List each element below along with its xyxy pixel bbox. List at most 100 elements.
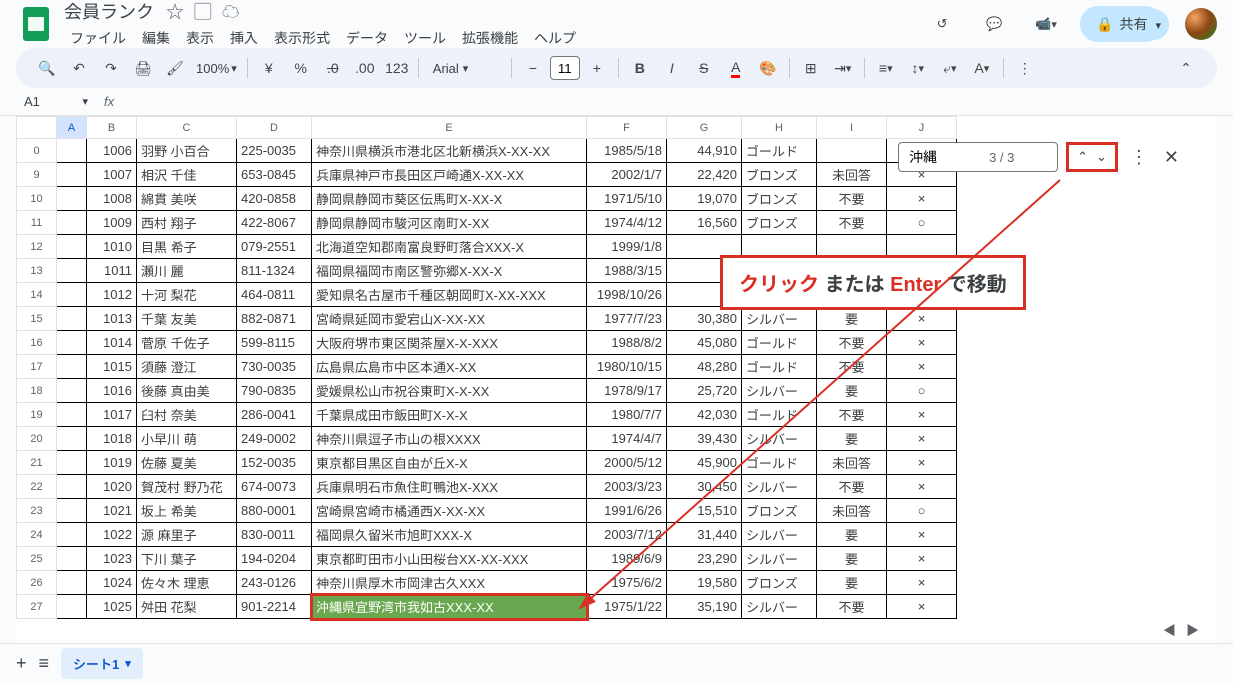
row-header[interactable]: 14 (17, 283, 57, 307)
cell[interactable]: 730-0035 (237, 355, 312, 379)
row-header[interactable]: 9 (17, 163, 57, 187)
cell[interactable]: 臼村 奈美 (137, 403, 237, 427)
cell[interactable]: ○ (887, 379, 957, 403)
search-options-button[interactable]: ⋮ (1126, 143, 1152, 172)
cell[interactable]: 1011 (87, 259, 137, 283)
row-header[interactable]: 25 (17, 547, 57, 571)
cell[interactable]: 1978/9/17 (587, 379, 667, 403)
cell[interactable]: 23,290 (667, 547, 742, 571)
more-icon[interactable]: ⋮ (1010, 53, 1040, 83)
cell[interactable]: ゴールド (742, 331, 817, 355)
cell[interactable]: 静岡県静岡市駿河区南町X-XX (312, 211, 587, 235)
search-close-button[interactable]: ✕ (1160, 143, 1183, 172)
cell[interactable]: 十河 梨花 (137, 283, 237, 307)
cell[interactable]: 286-0041 (237, 403, 312, 427)
paint-format-button[interactable]: 🖌 (160, 53, 190, 83)
cell[interactable]: 目黒 希子 (137, 235, 237, 259)
cell[interactable]: 未回答 (817, 451, 887, 475)
table-row[interactable]: 271025舛田 花梨901-2214沖縄県宜野湾市我如古XXX-XX1975/… (17, 595, 957, 619)
cell[interactable]: × (887, 595, 957, 619)
cell[interactable]: 2002/1/7 (587, 163, 667, 187)
cell[interactable]: × (887, 547, 957, 571)
table-row[interactable]: 221020賀茂村 野乃花674-0073兵庫県明石市魚住町鴨池X-XXX200… (17, 475, 957, 499)
cell[interactable]: シルバー (742, 307, 817, 331)
zoom-dropdown[interactable]: 100%▾ (192, 61, 241, 76)
cell[interactable]: 2003/7/12 (587, 523, 667, 547)
cell[interactable]: 225-0035 (237, 139, 312, 163)
cell[interactable]: ブロンズ (742, 499, 817, 523)
cell[interactable]: 2003/3/23 (587, 475, 667, 499)
cell[interactable]: 佐藤 夏美 (137, 451, 237, 475)
cell[interactable]: 1999/1/8 (587, 235, 667, 259)
cell[interactable]: 901-2214 (237, 595, 312, 619)
menu-tools[interactable]: ツール (398, 26, 452, 50)
cell[interactable]: 30,450 (667, 475, 742, 499)
borders-button[interactable]: ⊞ (796, 53, 826, 83)
doc-title[interactable]: 会員ランク (64, 0, 154, 24)
cell[interactable]: 420-0858 (237, 187, 312, 211)
cell[interactable]: 未回答 (817, 163, 887, 187)
cell[interactable]: 1023 (87, 547, 137, 571)
cell[interactable]: 45,900 (667, 451, 742, 475)
col-header-D[interactable]: D (237, 117, 312, 139)
cell[interactable]: 1980/10/15 (587, 355, 667, 379)
cell[interactable]: 1022 (87, 523, 137, 547)
cell[interactable]: 1018 (87, 427, 137, 451)
cell[interactable]: 西村 翔子 (137, 211, 237, 235)
menu-insert[interactable]: 挿入 (224, 26, 264, 50)
font-size-input[interactable] (550, 56, 580, 80)
cell[interactable]: 佐々木 理恵 (137, 571, 237, 595)
cell[interactable]: 沖縄県宜野湾市我如古XXX-XX (312, 595, 587, 619)
scroll-left-button[interactable]: ◀ (1159, 616, 1180, 643)
cell[interactable]: 599-8115 (237, 331, 312, 355)
cell[interactable]: 大阪府堺市東区関茶屋X-X-XXX (312, 331, 587, 355)
cell[interactable]: 綿貫 美咲 (137, 187, 237, 211)
cell[interactable]: 相沢 千佳 (137, 163, 237, 187)
cell[interactable]: 1021 (87, 499, 137, 523)
cell[interactable]: 後藤 真由美 (137, 379, 237, 403)
cell[interactable]: 882-0871 (237, 307, 312, 331)
cell[interactable]: 880-0001 (237, 499, 312, 523)
cell[interactable]: 宮崎県宮崎市橘通西X-XX-XX (312, 499, 587, 523)
cell[interactable]: 19,580 (667, 571, 742, 595)
cell[interactable]: × (887, 427, 957, 451)
cell[interactable]: 兵庫県明石市魚住町鴨池X-XXX (312, 475, 587, 499)
cell[interactable]: 45,080 (667, 331, 742, 355)
cell[interactable]: 15,510 (667, 499, 742, 523)
bold-button[interactable]: B (625, 53, 655, 83)
share-dropdown[interactable]: ▾ (1147, 9, 1169, 40)
cell[interactable]: 神奈川県横浜市港北区北新横浜X-XX-XX (312, 139, 587, 163)
add-sheet-button[interactable]: + (16, 653, 27, 674)
cell[interactable]: × (887, 331, 957, 355)
table-row[interactable]: 151013千葉 友美882-0871宮崎県延岡市愛宕山X-XX-XX1977/… (17, 307, 957, 331)
cell[interactable]: 422-8067 (237, 211, 312, 235)
cell[interactable]: 1989/6/9 (587, 547, 667, 571)
col-header-A[interactable]: A (57, 117, 87, 139)
cell[interactable]: 830-0011 (237, 523, 312, 547)
cell[interactable]: ブロンズ (742, 187, 817, 211)
col-header-I[interactable]: I (817, 117, 887, 139)
cell[interactable]: 北海道空知郡南富良野町落合XXX-X (312, 235, 587, 259)
cell[interactable]: 152-0035 (237, 451, 312, 475)
cell[interactable]: ○ (887, 499, 957, 523)
cell[interactable]: 要 (817, 523, 887, 547)
cell[interactable]: 1019 (87, 451, 137, 475)
cell[interactable]: 下川 葉子 (137, 547, 237, 571)
italic-button[interactable]: I (657, 53, 687, 83)
halign-button[interactable]: ≡▾ (871, 53, 901, 83)
cell[interactable]: ゴールド (742, 355, 817, 379)
rotate-button[interactable]: A▾ (967, 53, 997, 83)
comment-icon[interactable]: 💬 (976, 6, 1012, 42)
name-box[interactable]: A1▾ (16, 92, 96, 111)
cell[interactable]: 要 (817, 379, 887, 403)
meet-icon[interactable]: 📹▾ (1028, 6, 1064, 42)
cell[interactable]: 源 麻里子 (137, 523, 237, 547)
cell[interactable]: 1975/6/2 (587, 571, 667, 595)
cell[interactable]: 2000/5/12 (587, 451, 667, 475)
font-dropdown[interactable]: Arial▾ (425, 61, 505, 76)
star-icon[interactable]: ☆ (166, 0, 184, 24)
cell[interactable]: 1010 (87, 235, 137, 259)
table-row[interactable]: 161014菅原 千佐子599-8115大阪府堺市東区関茶屋X-X-XXX198… (17, 331, 957, 355)
cell[interactable]: 19,070 (667, 187, 742, 211)
cell[interactable]: 賀茂村 野乃花 (137, 475, 237, 499)
